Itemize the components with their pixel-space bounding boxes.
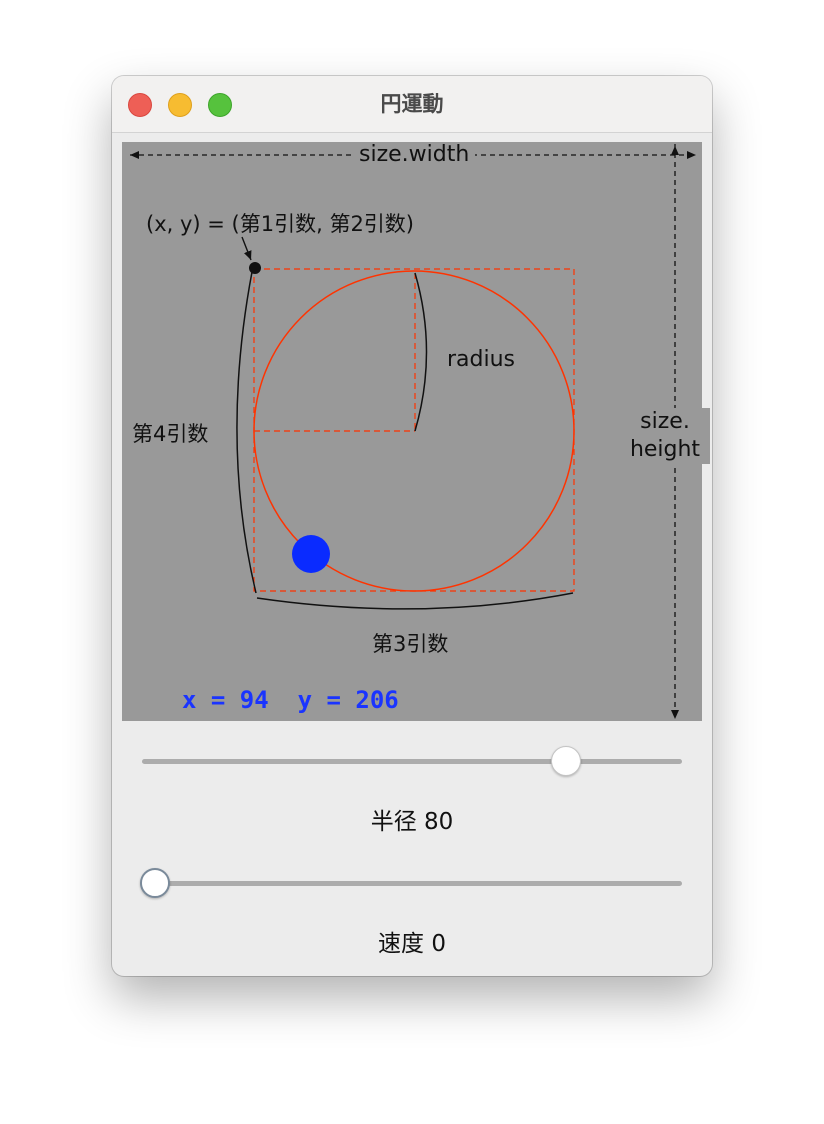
arg4-label: 第4引数 [132,422,209,446]
size-height-label: size. height [620,408,710,464]
radius-slider-thumb[interactable] [551,746,582,776]
speed-slider[interactable] [140,868,684,898]
radius-label: radius [447,347,516,372]
arg4-bracket [236,271,257,594]
speed-value-label: 速度 0 [378,931,446,957]
speed-slider-track[interactable] [142,881,682,886]
coordinate-readout: x = 94 y = 206 [182,686,399,714]
size-height-line1: size. [640,409,690,434]
size-height-line2: height [629,437,701,462]
radius-slider[interactable] [140,746,684,776]
origin-point [249,262,261,274]
arg3-bracket [256,592,574,610]
radius-value-label: 半径 80 [370,809,454,835]
title-bar[interactable]: 円運動 [112,76,712,133]
size-width-label: size.width [353,142,476,167]
drawing-canvas: size.width (x, y) = (第1引数, 第2引数) radius … [122,142,710,721]
radius-slider-track[interactable] [142,759,682,764]
moving-ball [292,535,330,573]
origin-arrow [241,236,252,261]
app-window: 円運動 size.width (x, y) = (第1引数, 第2引数) rad… [112,76,712,976]
xy-origin-label: (x, y) = (第1引数, 第2引数) [146,212,414,236]
speed-slider-thumb[interactable] [140,868,170,898]
radius-bracket [414,272,428,432]
arg3-label: 第3引数 [372,632,449,656]
window-title: 円運動 [380,92,444,116]
